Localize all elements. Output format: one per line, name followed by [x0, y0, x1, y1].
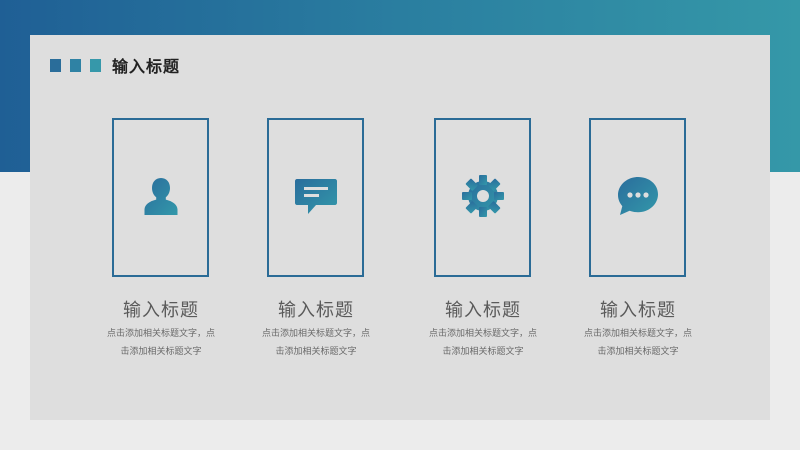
card-description: 点击添加相关标题文字，点 击添加相关标题文字 — [261, 329, 370, 357]
section-title: 输入标题 — [112, 57, 181, 76]
card-description: 点击添加相关标题文字，点 击添加相关标题文字 — [583, 329, 692, 357]
card-message — [267, 118, 364, 277]
user-icon — [137, 172, 185, 224]
card-chat — [589, 118, 686, 277]
content-panel: 输入标题 输入标题 点击添加相关标题文字，点 击添加相关标题文字 输入标题 点击… — [30, 35, 770, 420]
card-settings — [434, 118, 531, 277]
decor-square — [50, 58, 61, 72]
card-title: 输入标题 — [445, 300, 521, 321]
card-user — [112, 118, 209, 277]
decor-square — [70, 58, 81, 72]
message-icon — [292, 172, 340, 224]
section-header: 输入标题 — [50, 54, 180, 76]
card-title: 输入标题 — [600, 300, 676, 321]
card-description: 点击添加相关标题文字，点 击添加相关标题文字 — [428, 329, 537, 357]
card-title: 输入标题 — [123, 300, 199, 321]
gear-icon — [459, 172, 507, 224]
card-description: 点击添加相关标题文字，点 击添加相关标题文字 — [106, 329, 215, 357]
card-title: 输入标题 — [278, 300, 354, 321]
chat-bubble-icon — [614, 172, 662, 224]
decor-square — [90, 58, 101, 72]
